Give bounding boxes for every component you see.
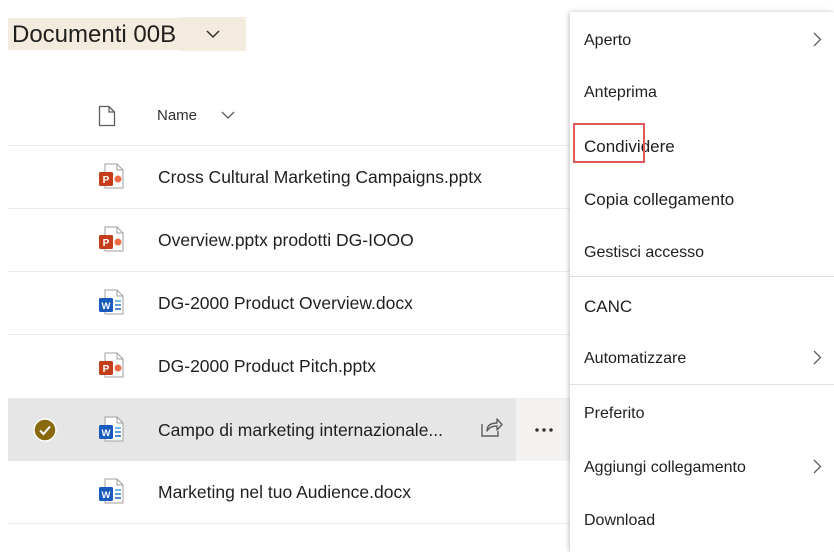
context-menu: Aperto Anteprima Condividere Copia colle… (570, 12, 834, 552)
powerpoint-file-icon: P (97, 162, 125, 195)
share-icon (481, 418, 503, 437)
menu-divider (570, 384, 834, 385)
menu-item-label: Copia collegamento (584, 190, 735, 209)
menu-item-open[interactable]: Aperto (570, 15, 834, 68)
menu-item-preview[interactable]: Anteprima (570, 67, 834, 120)
menu-item-label: Gestisci accesso (584, 244, 705, 261)
menu-item-label: CANC (584, 297, 633, 316)
svg-text:W: W (102, 428, 111, 439)
menu-item-label: Anteprima (584, 84, 657, 101)
file-name[interactable]: Marketing nel tuo Audience.docx (158, 482, 411, 503)
file-type-header-icon[interactable] (98, 105, 116, 132)
file-name[interactable]: DG-2000 Product Pitch.pptx (158, 356, 376, 377)
word-file-icon: W (97, 415, 125, 448)
chevron-right-icon (813, 350, 822, 370)
menu-item-favorite[interactable]: Preferito (570, 388, 834, 441)
highlight-box (573, 123, 645, 163)
document-icon (98, 105, 116, 127)
powerpoint-file-icon: P (97, 225, 125, 258)
check-circle-icon (33, 418, 57, 442)
svg-text:P: P (103, 364, 110, 375)
svg-text:W: W (102, 490, 111, 501)
menu-item-label: Aggiungi collegamento (584, 459, 746, 476)
menu-item-download[interactable]: Download (570, 495, 834, 548)
svg-text:P: P (103, 175, 110, 186)
chevron-down-icon (206, 29, 220, 38)
menu-item-label: Automatizzare (584, 350, 687, 367)
more-actions-button[interactable] (516, 399, 572, 461)
file-name[interactable]: DG-2000 Product Overview.docx (158, 293, 413, 314)
share-button[interactable] (479, 416, 503, 443)
powerpoint-file-icon: P (97, 351, 125, 384)
library-title-area: Documenti 00B (8, 17, 247, 51)
svg-text:P: P (103, 238, 110, 249)
file-name[interactable]: Cross Cultural Marketing Campaigns.pptx (158, 167, 482, 188)
file-name[interactable]: Campo di marketing internazionale... (158, 420, 443, 441)
menu-item-copy-link[interactable]: Copia collegamento (570, 173, 834, 226)
menu-item-label: Aperto (584, 32, 632, 49)
ellipsis-icon (535, 428, 553, 432)
chevron-right-icon (813, 459, 822, 479)
svg-text:W: W (102, 301, 111, 312)
column-name-sort-button[interactable] (221, 107, 235, 125)
menu-item-label: Preferito (584, 405, 645, 422)
menu-item-manage-access[interactable]: Gestisci accesso (570, 227, 834, 280)
menu-divider (570, 276, 834, 277)
library-switcher-chevron[interactable] (180, 17, 247, 51)
row-selected-checkmark[interactable] (33, 418, 57, 447)
file-name[interactable]: Overview.pptx prodotti DG-IOOO (158, 230, 414, 251)
menu-item-label: Download (584, 512, 656, 529)
word-file-icon: W (97, 288, 125, 321)
column-name-header[interactable]: Name (157, 107, 197, 124)
chevron-right-icon (813, 32, 822, 52)
library-title: Documenti 00B (8, 18, 181, 50)
word-file-icon: W (97, 477, 125, 510)
menu-item-add-shortcut[interactable]: Aggiungi collegamento (570, 442, 834, 495)
menu-item-delete[interactable]: CANC (570, 280, 834, 333)
menu-item-automate[interactable]: Automatizzare (570, 333, 834, 386)
chevron-down-icon (221, 111, 235, 119)
